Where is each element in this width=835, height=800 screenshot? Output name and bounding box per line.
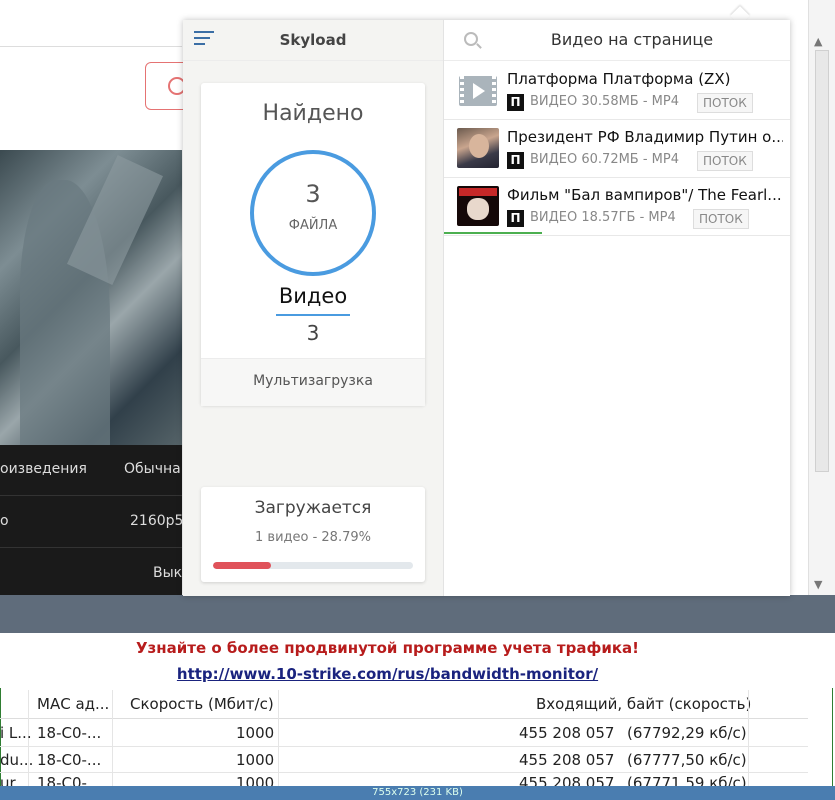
list-header: Видео на странице [444,20,790,61]
download-progress-card[interactable]: Загружается 1 видео - 28.79% [201,487,425,582]
item-meta: ВИДЕО 18.57ГБ - MP4 [530,210,676,225]
menu-value-quality[interactable]: 2160p5 [130,513,183,529]
popup-header: Skyload [183,20,443,61]
item-download-progress [444,232,542,234]
table-cell-name: і L... [0,724,32,742]
list-item[interactable]: Президент РФ Владимир Путин о... П ВИДЕО… [444,120,790,178]
divider [0,547,182,548]
column-header-incoming[interactable]: Входящий, байт (скорость) [536,695,751,713]
table-cell-mac: 18-C0-... [37,751,102,769]
column-header-speed[interactable]: Скорость (Мбит/с) [130,695,274,713]
multi-download-button[interactable]: Мультизагрузка [201,358,425,406]
stream-button[interactable]: ПОТОК [697,151,753,171]
column-divider [278,690,279,798]
row-divider [0,746,808,747]
column-divider [748,690,749,798]
item-meta: ВИДЕО 60.72МБ - MP4 [530,152,680,167]
source-badge-icon: П [507,210,524,227]
scroll-up-icon[interactable]: ▲ [814,35,822,48]
stream-button[interactable]: ПОТОК [697,93,753,113]
found-count-label: ФАЙЛА [288,218,338,233]
scroll-down-icon[interactable]: ▼ [814,578,822,591]
menu-value-playback[interactable]: Обычна [124,461,181,477]
video-settings-menu: оизведения Обычна о 2160p5 Вык [0,445,183,595]
list-item[interactable]: Фильм "Бал вампиров"/ The Fearl... П ВИД… [444,178,790,236]
download-title: Загружается [254,498,372,518]
table-cell-mac: 18-C0-... [37,774,102,786]
category-count: 3 [306,321,320,345]
menu-value-other[interactable]: Вык [153,565,182,581]
item-title[interactable]: Фильм "Бал вампиров"/ The Fearl... [507,186,783,204]
menu-item-quality[interactable]: о [0,513,9,529]
found-title: Найдено [262,101,364,126]
app-toolbar-strip [0,595,835,633]
divider [0,46,182,47]
summary-panel: Skyload Найдено 3 ФАЙЛА Видео 3 Мультиза… [183,20,444,596]
column-header-mac[interactable]: МАС ад... [37,695,109,713]
column-divider [112,690,113,798]
video-player[interactable] [0,150,182,445]
video-file-icon [457,70,499,110]
table-cell-name: du... [0,751,34,769]
image-size-caption: 755x723 (231 KB) [0,786,835,800]
page-scrollbar[interactable] [808,0,835,595]
item-title[interactable]: Президент РФ Владимир Путин о... [507,128,783,146]
promo-title: Узнайте о более продвинутой программе уч… [135,639,640,657]
promo-link[interactable]: http://www.10-strike.com/rus/bandwidth-m… [0,665,775,683]
table-header: МАС ад... Скорость (Мбит/с) Входящий, ба… [0,690,808,719]
item-title[interactable]: Платформа Платформа (ZX) [507,70,783,88]
table-cell-bytes: 455 208 057 [519,724,615,742]
app-brand: Skyload [279,31,347,49]
found-counter-ring: 3 ФАЙЛА [250,150,376,276]
multi-download-label: Мультизагрузка [253,373,373,389]
download-subtitle: 1 видео - 28.79% [255,530,371,545]
table-cell-rate: (67771,59 кб/с) [627,774,747,786]
table-cell-name: ur... [0,774,29,786]
source-badge-icon: П [507,152,524,169]
table-cell-mac: 18-C0-... [37,724,102,742]
table-cell-rate: (67792,29 кб/с) [627,724,747,742]
promo-banner: Узнайте о более продвинутой программе уч… [0,633,835,688]
table-cell-speed: 1000 [236,724,275,742]
download-progress-fill [213,562,271,569]
row-divider [0,772,808,773]
table-cell-bytes: 455 208 057 [519,751,615,769]
table-cell-speed: 1000 [236,774,275,786]
video-list-panel: Видео на странице Платформа Платформа (Z… [444,20,790,596]
found-card: Найдено 3 ФАЙЛА Видео 3 Мультизагрузка [201,83,425,406]
divider [0,495,182,496]
source-badge-icon: П [507,94,524,111]
category-tab-video[interactable]: Видео [201,284,425,308]
found-count: 3 [305,180,321,208]
stream-button[interactable]: ПОТОК [693,209,749,229]
putin-thumbnail [457,128,499,168]
category-tab-underline [276,314,350,316]
table-cell-rate: (67777,50 кб/с) [627,751,747,769]
film-thumbnail [457,186,499,226]
download-progress-bar [213,562,413,569]
scrollbar-thumb[interactable] [815,50,829,472]
menu-item-playback[interactable]: оизведения [0,461,87,477]
list-item[interactable]: Платформа Платформа (ZX) П ВИДЕО 30.58МБ… [444,62,790,120]
list-title: Видео на странице [550,30,714,49]
table-cell-speed: 1000 [236,751,275,769]
table-cell-bytes: 455 208 057 [519,774,615,786]
skyload-popup: Skyload Найдено 3 ФАЙЛА Видео 3 Мультиза… [183,20,790,596]
item-meta: ВИДЕО 30.58МБ - MP4 [530,94,680,109]
